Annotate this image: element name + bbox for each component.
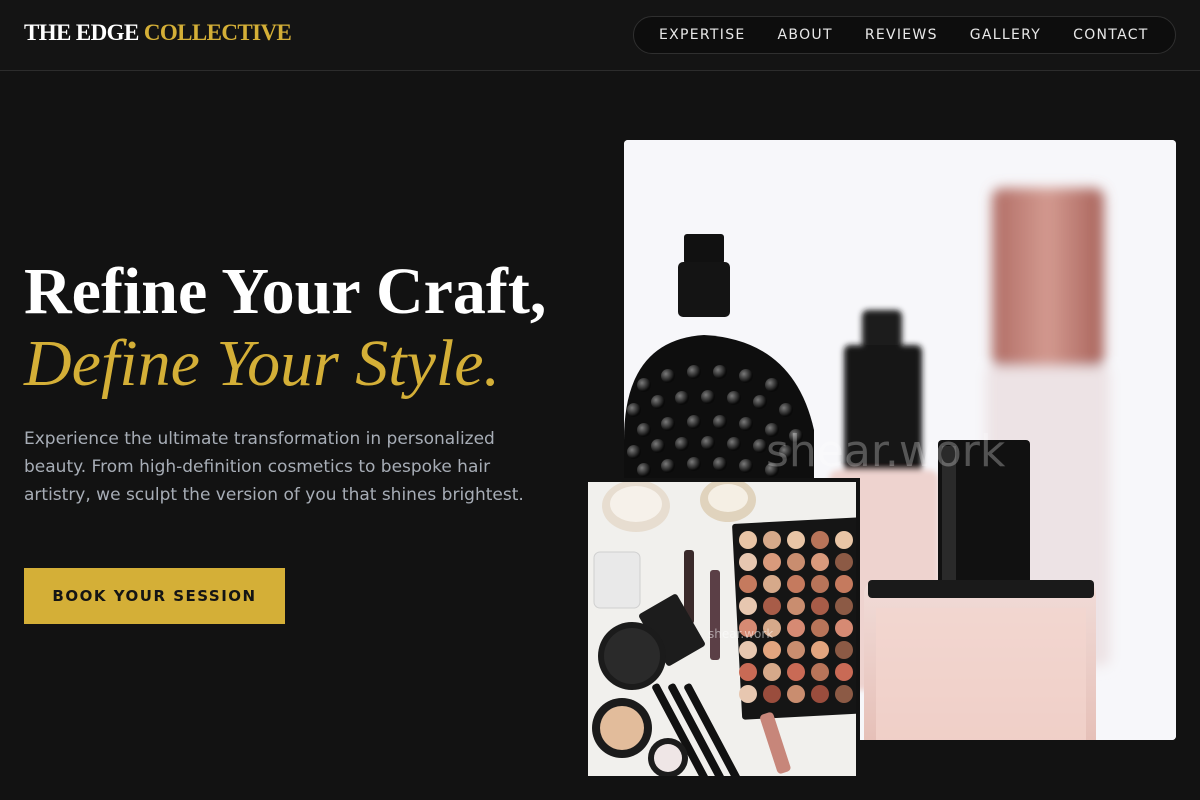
nav-reviews[interactable]: REVIEWS (865, 27, 938, 43)
site-header: THE EDGE COLLECTIVE EXPERTISE ABOUT REVI… (0, 0, 1200, 71)
small-image-watermark: shear.work (708, 627, 773, 641)
hero-headline-line-1: Refine Your Craft, (24, 255, 547, 328)
hero-image-makeup-frame: shear.work (584, 478, 860, 780)
book-session-button[interactable]: BOOK YOUR SESSION (24, 568, 285, 624)
hero-headline-line-2: Define Your Style. (24, 327, 501, 400)
nav-gallery[interactable]: GALLERY (970, 27, 1041, 43)
nav-about[interactable]: ABOUT (778, 27, 833, 43)
main-image-watermark: shear.work (766, 426, 1006, 477)
main-nav: EXPERTISE ABOUT REVIEWS GALLERY CONTACT (633, 16, 1176, 54)
nav-expertise[interactable]: EXPERTISE (659, 27, 746, 43)
logo-part-1: THE EDGE (24, 20, 139, 45)
hero-description: Experience the ultimate transformation i… (24, 429, 524, 505)
logo-part-2: COLLECTIVE (143, 20, 292, 45)
hero-image-makeup: shear.work (588, 482, 856, 776)
site-logo[interactable]: THE EDGE COLLECTIVE (24, 20, 292, 46)
nav-contact[interactable]: CONTACT (1073, 27, 1149, 43)
